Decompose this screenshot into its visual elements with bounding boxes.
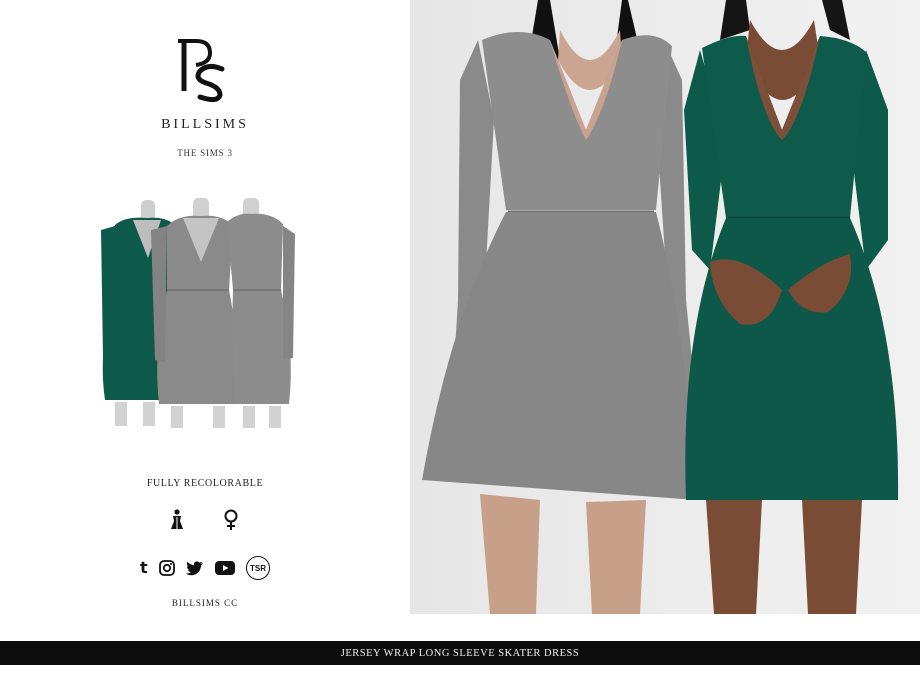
female-icon xyxy=(224,509,238,530)
tumblr-icon[interactable]: t xyxy=(140,560,148,576)
model-photo xyxy=(410,0,920,614)
dress-icon xyxy=(171,509,183,529)
game-label: THE SIMS 3 xyxy=(177,148,233,158)
dress-swatch-thumbnails xyxy=(101,198,295,428)
instagram-icon[interactable] xyxy=(158,560,175,576)
billsims-logo xyxy=(178,39,225,103)
youtube-icon[interactable] xyxy=(214,561,235,575)
models-illustration xyxy=(410,0,920,614)
social-links: t TSR xyxy=(140,556,270,580)
thumbnail-grey-dress-back xyxy=(227,198,295,428)
product-title: JERSEY WRAP LONG SLEEVE SKATER DRESS xyxy=(340,647,580,659)
brand-name: BILLSIMS xyxy=(161,117,249,132)
info-panel: BILLSIMS THE SIMS 3 FULLY RECOLORABLE t … xyxy=(0,0,410,640)
credit-label: BILLSIMS CC xyxy=(171,598,239,608)
product-title-bar: JERSEY WRAP LONG SLEEVE SKATER DRESS xyxy=(0,641,920,665)
tsr-icon[interactable]: TSR xyxy=(245,556,270,580)
category-icons xyxy=(170,508,240,532)
twitter-icon[interactable] xyxy=(185,560,204,576)
recolorable-label: FULLY RECOLORABLE xyxy=(146,478,264,489)
